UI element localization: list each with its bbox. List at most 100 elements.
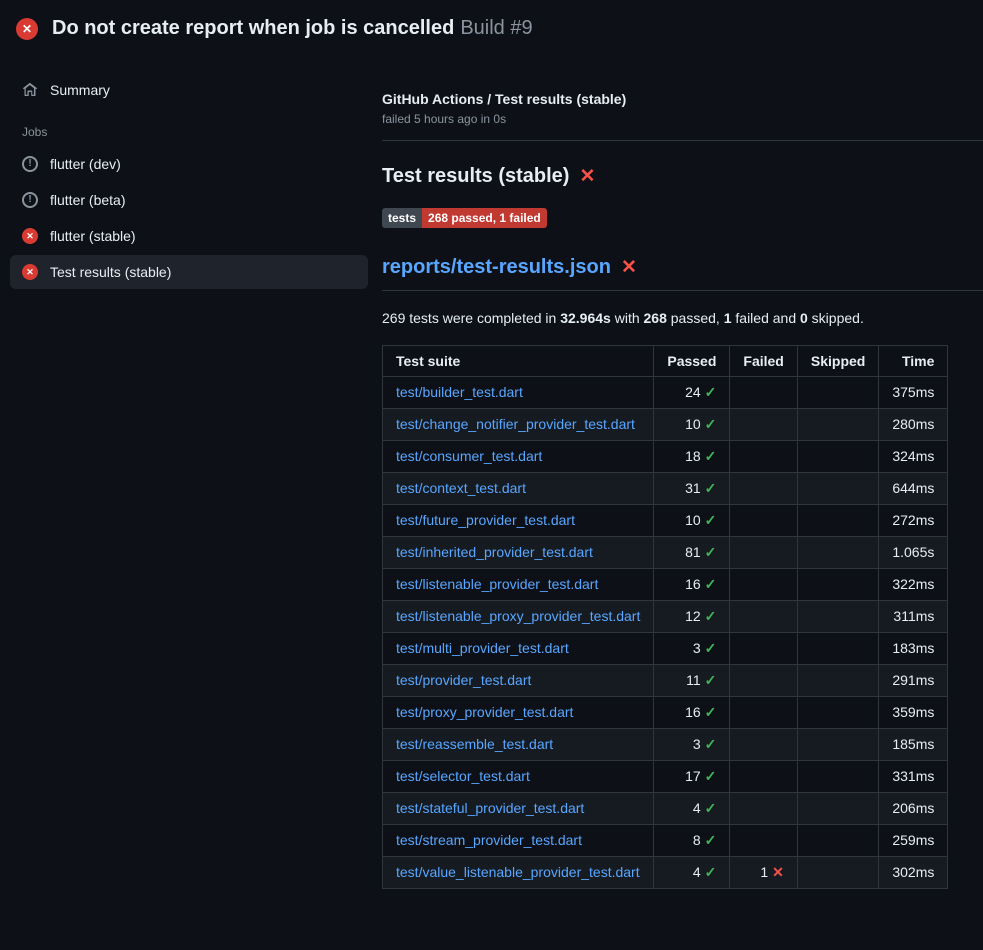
skipped-cell: [797, 632, 878, 664]
passed-cell-value: 81: [685, 544, 701, 560]
failed-cell: [730, 696, 797, 728]
failed-cell: [730, 536, 797, 568]
suite-cell: test/selector_test.dart: [383, 760, 654, 792]
jobs-heading: Jobs: [10, 109, 368, 147]
suite-link[interactable]: test/stateful_provider_test.dart: [396, 800, 584, 816]
suite-cell: test/stateful_provider_test.dart: [383, 792, 654, 824]
badge-label: tests: [382, 208, 422, 228]
check-icon: ✓: [705, 800, 717, 816]
suite-link[interactable]: test/change_notifier_provider_test.dart: [396, 416, 635, 432]
suite-cell: test/listenable_provider_test.dart: [383, 568, 654, 600]
sidebar-item-test-results-stable[interactable]: ✕ Test results (stable): [10, 255, 368, 289]
failed-cell: [730, 504, 797, 536]
suite-link[interactable]: test/stream_provider_test.dart: [396, 832, 582, 848]
failed-cell: [730, 760, 797, 792]
table-row: test/value_listenable_provider_test.dart…: [383, 856, 948, 888]
sidebar-item-flutter-dev[interactable]: ! flutter (dev): [10, 147, 368, 181]
passed-cell: 31✓: [654, 472, 730, 504]
table-row: test/inherited_provider_test.dart81✓1.06…: [383, 536, 948, 568]
section-title-text: Test results (stable): [382, 165, 569, 188]
passed-cell: 4✓: [654, 856, 730, 888]
suite-link[interactable]: test/listenable_proxy_provider_test.dart: [396, 608, 640, 624]
suite-cell: test/inherited_provider_test.dart: [383, 536, 654, 568]
passed-cell-value: 17: [685, 768, 701, 784]
sidebar-item-summary[interactable]: Summary: [10, 73, 368, 107]
suite-link[interactable]: test/inherited_provider_test.dart: [396, 544, 593, 560]
skipped-cell: [797, 440, 878, 472]
check-icon: ✓: [705, 608, 717, 624]
suite-link[interactable]: test/future_provider_test.dart: [396, 512, 575, 528]
x-icon: ✕: [579, 165, 595, 188]
table-row: test/builder_test.dart24✓375ms: [383, 376, 948, 408]
build-number: Build #9: [460, 17, 532, 39]
sidebar-item-flutter-beta[interactable]: ! flutter (beta): [10, 183, 368, 217]
suite-link[interactable]: test/value_listenable_provider_test.dart: [396, 864, 640, 880]
time-cell: 272ms: [879, 504, 948, 536]
passed-cell-value: 4: [693, 864, 701, 880]
passed-cell-value: 4: [693, 800, 701, 816]
passed-cell: 8✓: [654, 824, 730, 856]
failed-cell: [730, 664, 797, 696]
failed-cell: [730, 824, 797, 856]
suite-link[interactable]: test/provider_test.dart: [396, 672, 531, 688]
passed-cell-value: 8: [693, 832, 701, 848]
passed-cell-value: 31: [685, 480, 701, 496]
sidebar-item-flutter-stable[interactable]: ✕ flutter (stable): [10, 219, 368, 253]
time-cell: 183ms: [879, 632, 948, 664]
check-icon: ✓: [705, 416, 717, 432]
skipped-cell: [797, 536, 878, 568]
time-cell: 206ms: [879, 792, 948, 824]
skipped-cell: [797, 568, 878, 600]
suite-cell: test/reassemble_test.dart: [383, 728, 654, 760]
check-run-content: GitHub Actions / Test results (stable) f…: [382, 55, 983, 889]
sidebar-item-label: flutter (stable): [50, 228, 136, 244]
home-icon: [22, 82, 38, 98]
suite-cell: test/consumer_test.dart: [383, 440, 654, 472]
suite-link[interactable]: test/proxy_provider_test.dart: [396, 704, 573, 720]
x-circle-icon: ✕: [22, 264, 38, 280]
table-row: test/context_test.dart 31✓ 644ms: [383, 472, 948, 504]
failed-cell: [730, 408, 797, 440]
suite-link[interactable]: test/consumer_test.dart: [396, 448, 542, 464]
check-icon: ✓: [705, 640, 717, 656]
table-row: test/proxy_provider_test.dart16✓359ms: [383, 696, 948, 728]
report-file-link[interactable]: reports/test-results.json: [382, 256, 611, 279]
time-cell: 291ms: [879, 664, 948, 696]
summary-text: skipped.: [808, 310, 864, 326]
time-cell: 324ms: [879, 440, 948, 472]
results-table-head: Test suitePassedFailedSkippedTime: [383, 345, 948, 376]
checks-page: ✕ Do not create report when job is cance…: [0, 0, 983, 889]
summary-text: failed and: [732, 310, 801, 326]
check-icon: ✓: [705, 576, 717, 592]
passed-cell-value: 11: [686, 672, 701, 688]
check-run-header: ✕ Do not create report when job is cance…: [0, 0, 983, 55]
passed-cell: 10✓: [654, 504, 730, 536]
failed-cell: [730, 472, 797, 504]
suite-cell: test/change_notifier_provider_test.dart: [383, 408, 654, 440]
suite-link[interactable]: test/reassemble_test.dart: [396, 736, 553, 752]
suite-link[interactable]: test/multi_provider_test.dart: [396, 640, 569, 656]
check-icon: ✓: [705, 480, 717, 496]
failed-cell: 1✕: [730, 856, 797, 888]
suite-cell: test/proxy_provider_test.dart: [383, 696, 654, 728]
skipped-cell: [797, 824, 878, 856]
time-cell: 644ms: [879, 472, 948, 504]
suite-link[interactable]: test/context_test.dart: [396, 480, 526, 496]
passed-cell-value: 10: [685, 416, 701, 432]
check-icon: ✓: [705, 544, 717, 560]
check-icon: ✓: [705, 384, 717, 400]
column-header: Time: [879, 345, 948, 376]
suite-link[interactable]: test/listenable_provider_test.dart: [396, 576, 598, 592]
passed-cell-value: 18: [685, 448, 701, 464]
time-cell: 311ms: [879, 600, 948, 632]
alert-circle-icon: !: [22, 156, 38, 172]
table-row: test/stateful_provider_test.dart 4✓ 206ms: [383, 792, 948, 824]
x-icon: ✕: [621, 256, 637, 279]
skipped-cell: [797, 760, 878, 792]
suite-cell: test/stream_provider_test.dart: [383, 824, 654, 856]
suite-link[interactable]: test/builder_test.dart: [396, 384, 523, 400]
check-icon: ✓: [705, 672, 717, 688]
failed-cell: [730, 600, 797, 632]
failed-cell: [730, 440, 797, 472]
suite-link[interactable]: test/selector_test.dart: [396, 768, 530, 784]
